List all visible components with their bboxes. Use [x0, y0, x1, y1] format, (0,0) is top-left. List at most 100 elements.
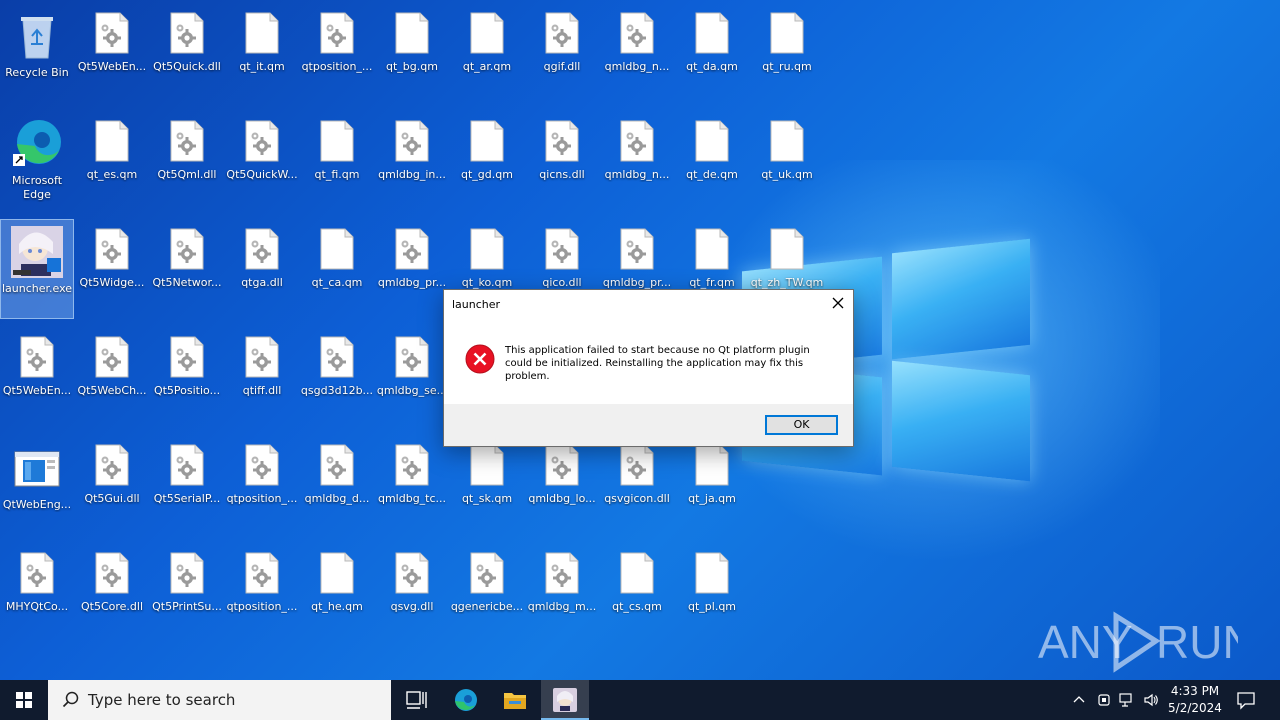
desktop-icon-qtposition[interactable]: qtposition_...	[226, 544, 298, 642]
close-icon[interactable]	[831, 296, 845, 310]
dll-file-icon	[245, 228, 279, 270]
desktop-icon-qt-ca-qm[interactable]: qt_ca.qm	[301, 220, 373, 318]
chevron-up-icon[interactable]	[1071, 692, 1087, 708]
desktop-icon-qt5quickw[interactable]: Qt5QuickW...	[226, 112, 298, 210]
desktop-icon-label: qt_cs.qm	[612, 600, 662, 613]
file-icon	[695, 12, 729, 54]
desktop-icon-label: qt_ar.qm	[462, 60, 512, 73]
ok-button[interactable]: OK	[765, 415, 838, 435]
dll-file-icon	[95, 552, 129, 594]
desktop-icon-label: Qt5WebCh...	[77, 384, 147, 397]
desktop-icon-qt-pl-qm[interactable]: qt_pl.qm	[676, 544, 748, 642]
dll-file-icon	[545, 228, 579, 270]
launcher-taskbar-button[interactable]	[541, 680, 589, 720]
desktop-icon-qt5core-dll[interactable]: Qt5Core.dll	[76, 544, 148, 642]
desktop-icon-qt5quick-dll[interactable]: Qt5Quick.dll	[151, 4, 223, 102]
anyrun-watermark-logo: ANY RUN	[1038, 611, 1238, 673]
dll-file-icon	[470, 552, 504, 594]
desktop-icon-qt-es-qm[interactable]: qt_es.qm	[76, 112, 148, 210]
desktop-icon-qgenericbe[interactable]: qgenericbe...	[451, 544, 523, 642]
desktop-icon-qt5positio[interactable]: Qt5Positio...	[151, 328, 223, 426]
desktop-icon-qsvg-dll[interactable]: qsvg.dll	[376, 544, 448, 642]
desktop-icon-qt5weben[interactable]: Qt5WebEn...	[1, 328, 73, 426]
desktop-icon-label: qtiff.dll	[242, 384, 282, 397]
dialog-title: launcher	[452, 298, 501, 311]
file-icon	[695, 552, 729, 594]
desktop-icon-qt-he-qm[interactable]: qt_he.qm	[301, 544, 373, 642]
desktop-icon-qt5qml-dll[interactable]: Qt5Qml.dll	[151, 112, 223, 210]
desktop-icon-qmldbg-m[interactable]: qmldbg_m...	[526, 544, 598, 642]
volume-icon[interactable]	[1143, 692, 1159, 708]
device-icon[interactable]	[1096, 692, 1112, 708]
search-placeholder: Type here to search	[88, 691, 236, 709]
desktop-icon-qt-gd-qm[interactable]: qt_gd.qm	[451, 112, 523, 210]
desktop-icon-qmldbg-tc[interactable]: qmldbg_tc...	[376, 436, 448, 534]
file-icon	[770, 120, 804, 162]
taskbar-search-box[interactable]: Type here to search	[48, 680, 391, 720]
desktop-icon-qt-it-qm[interactable]: qt_it.qm	[226, 4, 298, 102]
desktop-icon-qtposition[interactable]: qtposition_...	[301, 4, 373, 102]
desktop-icon-label: qt_sk.qm	[461, 492, 513, 505]
desktop-icon-qt5networ[interactable]: Qt5Networ...	[151, 220, 223, 318]
desktop-icon-qt-cs-qm[interactable]: qt_cs.qm	[601, 544, 673, 642]
task-view-icon[interactable]	[392, 680, 440, 720]
desktop-icon-qmldbg-n[interactable]: qmldbg_n...	[601, 112, 673, 210]
desktop-icon-qtiff-dll[interactable]: qtiff.dll	[226, 328, 298, 426]
desktop-icon-qmldbg-in[interactable]: qmldbg_in...	[376, 112, 448, 210]
desktop-icon-label: qmldbg_pr...	[377, 276, 447, 289]
desktop-icon-label: qtposition_...	[226, 492, 298, 505]
desktop-icon-qt5printsu[interactable]: Qt5PrintSu...	[151, 544, 223, 642]
desktop-icon-qt-da-qm[interactable]: qt_da.qm	[676, 4, 748, 102]
file-icon	[320, 552, 354, 594]
desktop-icon-qmldbg-d[interactable]: qmldbg_d...	[301, 436, 373, 534]
network-icon[interactable]	[1119, 692, 1135, 708]
desktop-icon-qt5webch[interactable]: Qt5WebCh...	[76, 328, 148, 426]
desktop-icon-qt-uk-qm[interactable]: qt_uk.qm	[751, 112, 823, 210]
desktop-icon-qt-ar-qm[interactable]: qt_ar.qm	[451, 4, 523, 102]
notification-icon[interactable]	[1236, 690, 1256, 710]
desktop-icon-qt-ru-qm[interactable]: qt_ru.qm	[751, 4, 823, 102]
desktop-icon-label: qtposition_...	[301, 60, 373, 73]
dll-file-icon	[545, 552, 579, 594]
desktop-icon-qsgd3d12b[interactable]: qsgd3d12b...	[301, 328, 373, 426]
dll-file-icon	[245, 336, 279, 378]
edge-icon[interactable]	[442, 680, 490, 720]
desktop-icon-label: qt_he.qm	[311, 600, 363, 613]
desktop-icon-label: qt_de.qm	[686, 168, 738, 181]
desktop-icon-qmldbg-pr[interactable]: qmldbg_pr...	[376, 220, 448, 318]
desktop-icon-qicns-dll[interactable]: qicns.dll	[526, 112, 598, 210]
desktop-icon-qt5serialp[interactable]: Qt5SerialP...	[151, 436, 223, 534]
desktop-icon-label: launcher.exe	[1, 282, 73, 295]
desktop-icon-qtwebeng[interactable]: QtWebEng...	[1, 436, 73, 534]
dialog-footer: OK	[444, 404, 853, 446]
desktop-icon-qt5gui-dll[interactable]: Qt5Gui.dll	[76, 436, 148, 534]
dll-file-icon	[545, 120, 579, 162]
desktop-icon-qmldbg-se[interactable]: qmldbg_se...	[376, 328, 448, 426]
desktop-icon-qmldbg-lo[interactable]: qmldbg_lo...	[526, 436, 598, 534]
desktop-icon-qmldbg-n[interactable]: qmldbg_n...	[601, 4, 673, 102]
desktop-icon-qt5weben[interactable]: Qt5WebEn...	[76, 4, 148, 102]
desktop-icon-qt-bg-qm[interactable]: qt_bg.qm	[376, 4, 448, 102]
desktop-icon-mhyqtco[interactable]: MHYQtCo...	[1, 544, 73, 642]
file-explorer-icon[interactable]	[491, 680, 539, 720]
dll-file-icon	[395, 444, 429, 486]
desktop-icon-launcher-exe[interactable]: launcher.exe	[0, 219, 74, 319]
desktop-icon-qtposition[interactable]: qtposition_...	[226, 436, 298, 534]
desktop-icon-label: Qt5Quick.dll	[153, 60, 221, 73]
desktop-icon-qt-ja-qm[interactable]: qt_ja.qm	[676, 436, 748, 534]
desktop-icon-label: Qt5WebEn...	[2, 384, 72, 397]
desktop-icon-qsvgicon-dll[interactable]: qsvgicon.dll	[601, 436, 673, 534]
desktop-icon-microsoft-edge[interactable]: Microsoft Edge	[1, 112, 73, 210]
start-icon[interactable]	[0, 680, 48, 720]
desktop-icon-qt-de-qm[interactable]: qt_de.qm	[676, 112, 748, 210]
desktop-icon-recycle-bin[interactable]: Recycle Bin	[1, 4, 73, 102]
desktop-icon-qt-fi-qm[interactable]: qt_fi.qm	[301, 112, 373, 210]
taskbar-clock[interactable]: 4:33 PM 5/2/2024	[1160, 683, 1230, 717]
desktop-icon-qtga-dll[interactable]: qtga.dll	[226, 220, 298, 318]
desktop-icon-label: Qt5Widge...	[79, 276, 145, 289]
desktop-icon-qt-sk-qm[interactable]: qt_sk.qm	[451, 436, 523, 534]
desktop-icon-qgif-dll[interactable]: qgif.dll	[526, 4, 598, 102]
desktop-icon-qt5widge[interactable]: Qt5Widge...	[76, 220, 148, 318]
desktop-icon-label: Qt5WebEn...	[77, 60, 147, 73]
dll-file-icon	[545, 444, 579, 486]
